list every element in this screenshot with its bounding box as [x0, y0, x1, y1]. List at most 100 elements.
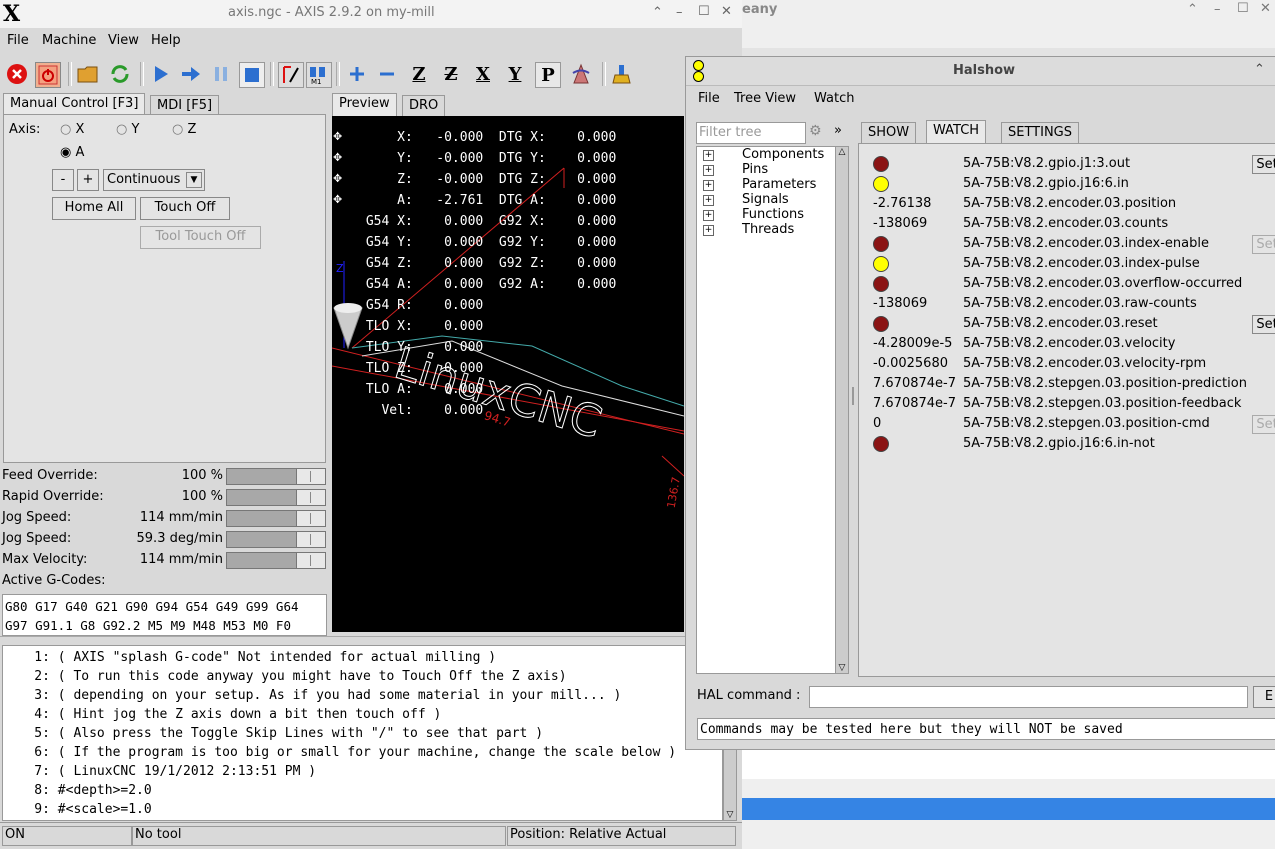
angular-jog-speed-slider[interactable]	[226, 531, 326, 548]
run-icon[interactable]	[149, 62, 173, 86]
zoom-out-icon[interactable]	[375, 62, 399, 86]
expand-icon[interactable]: +	[703, 210, 714, 221]
expand-icon[interactable]: +	[703, 165, 714, 176]
watch-item-name: 5A-75B:V8.2.gpio.j1:3.out	[963, 156, 1131, 171]
background-close-button[interactable]: ✕	[1260, 1, 1271, 16]
tab-mdi[interactable]: MDI [F5]	[150, 95, 220, 116]
halshow-shade-button[interactable]: ⌃	[1254, 62, 1265, 77]
halshow-menu-tree-view[interactable]: Tree View	[734, 91, 796, 106]
hal-tree-scrollbar[interactable]: △ ▽	[835, 146, 849, 674]
tree-item-functions[interactable]: Functions	[742, 207, 804, 222]
jog-speed-slider[interactable]	[226, 510, 326, 527]
tree-item-components[interactable]: Components	[742, 147, 824, 162]
axis-maximize-button[interactable]: ☐	[698, 4, 710, 19]
halshow-window-menu-icon[interactable]	[693, 60, 704, 82]
gcode-line: 3: ( depending on your setup. As if you …	[3, 688, 622, 703]
radio-icon: ○	[60, 122, 72, 137]
rapid-override-slider[interactable]	[226, 489, 326, 506]
menu-view[interactable]: View	[108, 33, 139, 48]
filter-tree-input[interactable]: Filter tree	[696, 122, 806, 144]
menu-machine[interactable]: Machine	[42, 33, 96, 48]
zoom-in-icon[interactable]	[345, 62, 369, 86]
gcode-line: 1: ( AXIS "splash G-code" Not intended f…	[3, 650, 497, 665]
clear-plot-icon[interactable]	[610, 62, 634, 86]
menu-file[interactable]: File	[7, 33, 29, 48]
watch-item-value: -2.76138	[873, 196, 932, 211]
view-y-icon[interactable]: Y	[503, 62, 527, 86]
rotate-view-icon[interactable]	[569, 62, 593, 86]
axis-radio-a[interactable]: ◉ A	[60, 145, 84, 160]
axis-radio-z[interactable]: ○ Z	[172, 122, 196, 137]
scroll-down-icon[interactable]: ▽	[724, 810, 736, 820]
rapid-override-value: 100 %	[181, 489, 223, 504]
max-velocity-slider[interactable]	[226, 552, 326, 569]
halshow-menu-watch[interactable]: Watch	[814, 91, 854, 106]
scroll-down-icon[interactable]: ▽	[836, 663, 848, 673]
axis-minimize-button[interactable]: –	[676, 5, 683, 20]
jog-minus-button[interactable]: -	[52, 169, 74, 191]
expand-panel-button[interactable]: »	[834, 123, 842, 138]
touch-off-button[interactable]: Touch Off	[140, 197, 230, 220]
execute-button[interactable]: E	[1253, 686, 1275, 708]
power-icon[interactable]	[35, 62, 61, 88]
feed-override-slider[interactable]	[226, 468, 326, 485]
set-button-disabled[interactable]: Set	[1252, 235, 1275, 254]
expand-icon[interactable]: +	[703, 225, 714, 236]
gcode-listing[interactable]: 1: ( AXIS "splash G-code" Not intended f…	[2, 645, 723, 821]
tree-item-signals[interactable]: Signals	[742, 192, 789, 207]
menu-help[interactable]: Help	[151, 33, 181, 48]
tab-dro[interactable]: DRO	[402, 95, 446, 116]
set-button-disabled[interactable]: Set	[1252, 415, 1275, 434]
background-minimize-button[interactable]: –	[1214, 2, 1221, 17]
axis-close-button[interactable]: ✕	[721, 4, 732, 19]
expand-icon[interactable]: +	[703, 150, 714, 161]
open-file-icon[interactable]	[76, 62, 100, 86]
tree-item-parameters[interactable]: Parameters	[742, 177, 816, 192]
view-x-icon[interactable]: X	[471, 62, 495, 86]
tab-settings[interactable]: SETTINGS	[1001, 122, 1080, 145]
jog-mode-select[interactable]: Continuous ▼	[103, 169, 205, 191]
view-z-icon[interactable]: Z	[407, 62, 431, 86]
led-off-icon	[873, 316, 889, 332]
step-icon[interactable]	[179, 62, 203, 86]
set-button[interactable]: Set	[1252, 155, 1275, 174]
tree-item-pins[interactable]: Pins	[742, 162, 768, 177]
expand-icon[interactable]: +	[703, 195, 714, 206]
watch-item-name: 5A-75B:V8.2.gpio.j16:6.in	[963, 176, 1129, 191]
estop-icon[interactable]	[5, 62, 29, 86]
optional-stop-icon[interactable]: M1	[306, 62, 332, 88]
view-p-icon[interactable]: P	[535, 62, 561, 88]
gcode-line: 2: ( To run this code anyway you might h…	[3, 669, 567, 684]
splitter-handle[interactable]	[852, 387, 854, 405]
watch-item-name: 5A-75B:V8.2.encoder.03.position	[963, 196, 1177, 211]
set-button[interactable]: Set	[1252, 315, 1275, 334]
tab-show[interactable]: SHOW	[861, 122, 917, 145]
reload-icon[interactable]	[108, 62, 132, 86]
expand-icon[interactable]: +	[703, 180, 714, 191]
tab-watch[interactable]: WATCH	[926, 120, 987, 145]
view-z2-icon[interactable]: Z	[439, 62, 463, 86]
tab-preview[interactable]: Preview	[332, 93, 397, 116]
pane-splitter[interactable]	[0, 636, 742, 643]
dro-line: G54 Z: 0.000 G92 Z: 0.000	[358, 256, 617, 271]
active-gcodes-label: Active G-Codes:	[2, 573, 106, 588]
stop-icon[interactable]	[239, 62, 265, 88]
pause-icon[interactable]	[209, 62, 233, 86]
dro-line: X: -0.000 DTG X: 0.000	[358, 130, 617, 145]
filter-settings-icon[interactable]: ⚙	[809, 123, 822, 139]
hal-command-input[interactable]	[809, 686, 1248, 708]
tool-touch-off-button[interactable]: Tool Touch Off	[140, 226, 261, 249]
halshow-menu-file[interactable]: File	[698, 91, 720, 106]
axis-shade-button[interactable]: ⌃	[652, 5, 663, 20]
jog-plus-button[interactable]: +	[77, 169, 99, 191]
tree-item-threads[interactable]: Threads	[742, 222, 794, 237]
skip-lines-icon[interactable]	[278, 62, 304, 88]
background-maximize-button[interactable]: ☐	[1237, 1, 1249, 16]
tab-manual-control[interactable]: Manual Control [F3]	[3, 93, 146, 116]
scroll-up-icon[interactable]: △	[836, 147, 848, 157]
axis-radio-x[interactable]: ○ X	[60, 122, 84, 137]
preview-canvas[interactable]: LinuxCNC Z 94.7 136.7 ✥ ✥ ✥ ✥ X: -0.000 …	[332, 116, 684, 632]
axis-radio-y[interactable]: ○ Y	[116, 122, 139, 137]
home-all-button[interactable]: Home All	[52, 197, 136, 220]
background-minimize-icon[interactable]: ⌃	[1187, 2, 1198, 17]
